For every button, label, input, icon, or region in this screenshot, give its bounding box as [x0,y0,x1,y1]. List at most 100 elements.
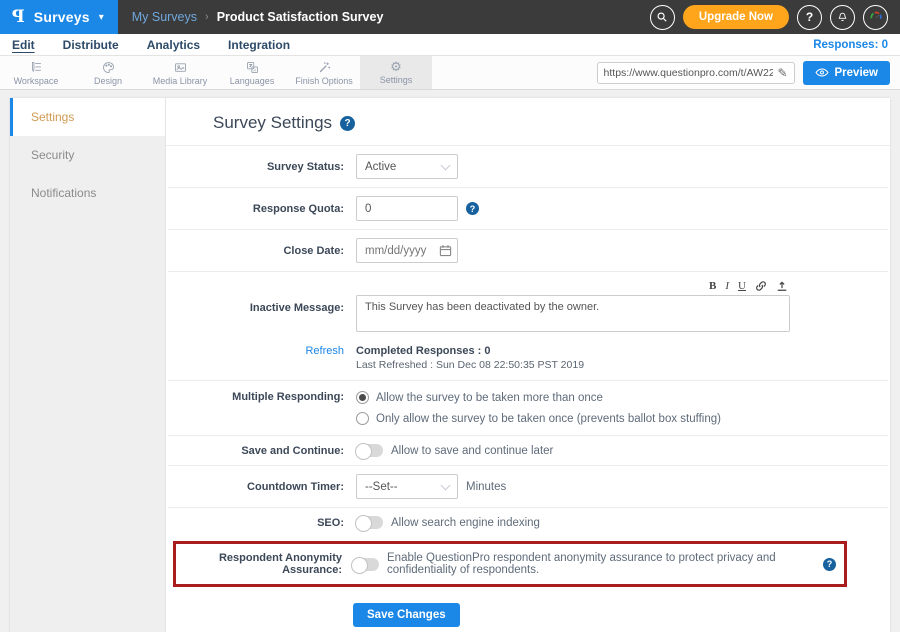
toolbar-media-library[interactable]: Media Library [144,56,216,89]
countdown-timer-label: Countdown Timer: [178,481,356,493]
product-menu-label: Surveys [34,9,90,25]
tab-edit[interactable]: Edit [12,38,35,52]
save-continue-label: Save and Continue: [178,445,356,457]
chevron-down-icon: ▾ [99,12,104,23]
inactive-message-textarea[interactable]: This Survey has been deactivated by the … [356,295,790,332]
search-icon[interactable] [650,5,675,30]
sidebar-item-settings[interactable]: Settings [10,98,165,136]
help-icon[interactable]: ? [797,5,822,30]
survey-url-group: ✎ [597,62,795,84]
italic-button[interactable]: I [725,280,729,292]
anonymity-text: Enable QuestionPro respondent anonymity … [387,552,815,576]
questionpro-logo: P [12,7,25,27]
completed-responses-text: Completed Responses : 0 [356,345,584,357]
calendar-icon[interactable] [439,244,452,257]
tab-analytics[interactable]: Analytics [147,38,200,52]
bold-button[interactable]: B [709,280,716,292]
response-quota-label: Response Quota: [178,203,356,215]
survey-status-row: Survey Status: Active [168,146,888,188]
seo-toggle[interactable] [356,516,383,529]
settings-gear-icon: ⚙ [390,61,402,74]
toolbar-design[interactable]: Design [72,56,144,89]
preview-button[interactable]: Preview [803,61,890,85]
response-quota-input[interactable] [356,196,458,221]
sidebar-item-security[interactable]: Security [10,136,165,174]
design-palette-icon [101,60,116,75]
save-row: Save Changes [166,591,890,632]
save-continue-row: Save and Continue: Allow to save and con… [168,436,888,466]
radio-option-multiple[interactable]: Allow the survey to be taken more than o… [356,391,721,404]
eye-icon [815,67,829,78]
upgrade-now-button[interactable]: Upgrade Now [683,5,789,29]
survey-settings-help-icon[interactable]: ? [340,116,355,131]
response-quota-row: Response Quota: ? [168,188,888,230]
link-icon[interactable] [755,280,767,292]
inactive-message-label: Inactive Message: [178,280,356,314]
inactive-message-row: Inactive Message: B I U This Survey has … [168,272,888,339]
multiple-responding-row: Multiple Responding: Allow the survey to… [168,381,888,436]
seo-row: SEO: Allow search engine indexing [168,508,888,537]
responses-count[interactable]: Responses: 0 [813,39,888,51]
countdown-minutes-text: Minutes [466,481,506,493]
close-date-label: Close Date: [178,245,356,257]
breadcrumb: My Surveys › Product Satisfaction Survey [118,0,384,34]
chevron-down-icon [441,160,451,170]
radio-option-once[interactable]: Only allow the survey to be taken once (… [356,412,721,425]
page-title: Survey Settings [213,113,332,133]
last-refreshed-text: Last Refreshed : Sun Dec 08 22:50:35 PST… [356,359,584,371]
response-quota-help-icon[interactable]: ? [466,202,479,215]
countdown-timer-row: Countdown Timer: --Set-- Minutes [168,466,888,508]
save-continue-toggle[interactable] [356,444,383,457]
radio-selected-icon[interactable] [356,391,369,404]
save-changes-button[interactable]: Save Changes [353,603,460,627]
notifications-bell-icon[interactable] [830,5,855,30]
refresh-row: Refresh Completed Responses : 0 Last Ref… [168,339,888,381]
tab-integration[interactable]: Integration [228,38,290,52]
image-upload-icon[interactable] [776,280,788,292]
header-actions: Upgrade Now ? [650,0,900,34]
survey-nav: Edit Distribute Analytics Integration Re… [0,34,900,56]
content-area: Settings Security Notifications Survey S… [10,98,890,632]
close-date-row: Close Date: [168,230,888,272]
workspace-icon [29,60,44,75]
finish-options-wand-icon [317,60,332,75]
edit-toolbar: Workspace Design Media Library A Langua [0,56,900,90]
account-health-gauge-icon[interactable] [863,5,888,30]
survey-settings-panel: Survey Settings ? Survey Status: Active … [165,98,890,632]
breadcrumb-parent[interactable]: My Surveys [132,10,197,24]
anonymity-label: Respondent Anonymity Assurance: [184,552,352,576]
save-continue-text: Allow to save and continue later [391,445,553,457]
product-menu[interactable]: P Surveys ▾ [0,0,118,34]
survey-status-select[interactable]: Active [356,154,458,179]
media-library-icon [173,60,188,75]
toolbar-finish-options[interactable]: Finish Options [288,56,360,89]
toolbar-workspace[interactable]: Workspace [0,56,72,89]
anonymity-highlight-box: Respondent Anonymity Assurance: Enable Q… [173,541,847,587]
survey-url-input[interactable] [604,67,774,79]
countdown-timer-select[interactable]: --Set-- [356,474,458,499]
underline-button[interactable]: U [738,280,746,292]
top-header: P Surveys ▾ My Surveys › Product Satisfa… [0,0,900,34]
toolbar-right: ✎ Preview [597,56,900,89]
refresh-link[interactable]: Refresh [178,345,356,371]
richtext-toolbar: B I U [709,280,790,295]
languages-translate-icon: A [245,60,260,75]
breadcrumb-current: Product Satisfaction Survey [217,10,384,24]
panel-title-row: Survey Settings ? [166,98,890,146]
svg-text:A: A [253,67,256,72]
anonymity-toggle[interactable] [352,558,379,571]
seo-label: SEO: [178,517,356,529]
survey-status-label: Survey Status: [178,161,356,173]
toolbar-languages[interactable]: A Languages [216,56,288,89]
multiple-responding-label: Multiple Responding: [178,391,356,403]
seo-text: Allow search engine indexing [391,517,540,529]
anonymity-help-icon[interactable]: ? [823,558,836,571]
breadcrumb-separator: › [205,11,209,23]
tab-distribute[interactable]: Distribute [63,38,119,52]
edit-url-pencil-icon[interactable]: ✎ [777,66,787,80]
settings-sidebar: Settings Security Notifications [10,98,165,632]
toolbar-settings[interactable]: ⚙ Settings [360,56,432,89]
chevron-down-icon [441,480,451,490]
sidebar-item-notifications[interactable]: Notifications [10,174,165,212]
radio-unselected-icon[interactable] [356,412,369,425]
